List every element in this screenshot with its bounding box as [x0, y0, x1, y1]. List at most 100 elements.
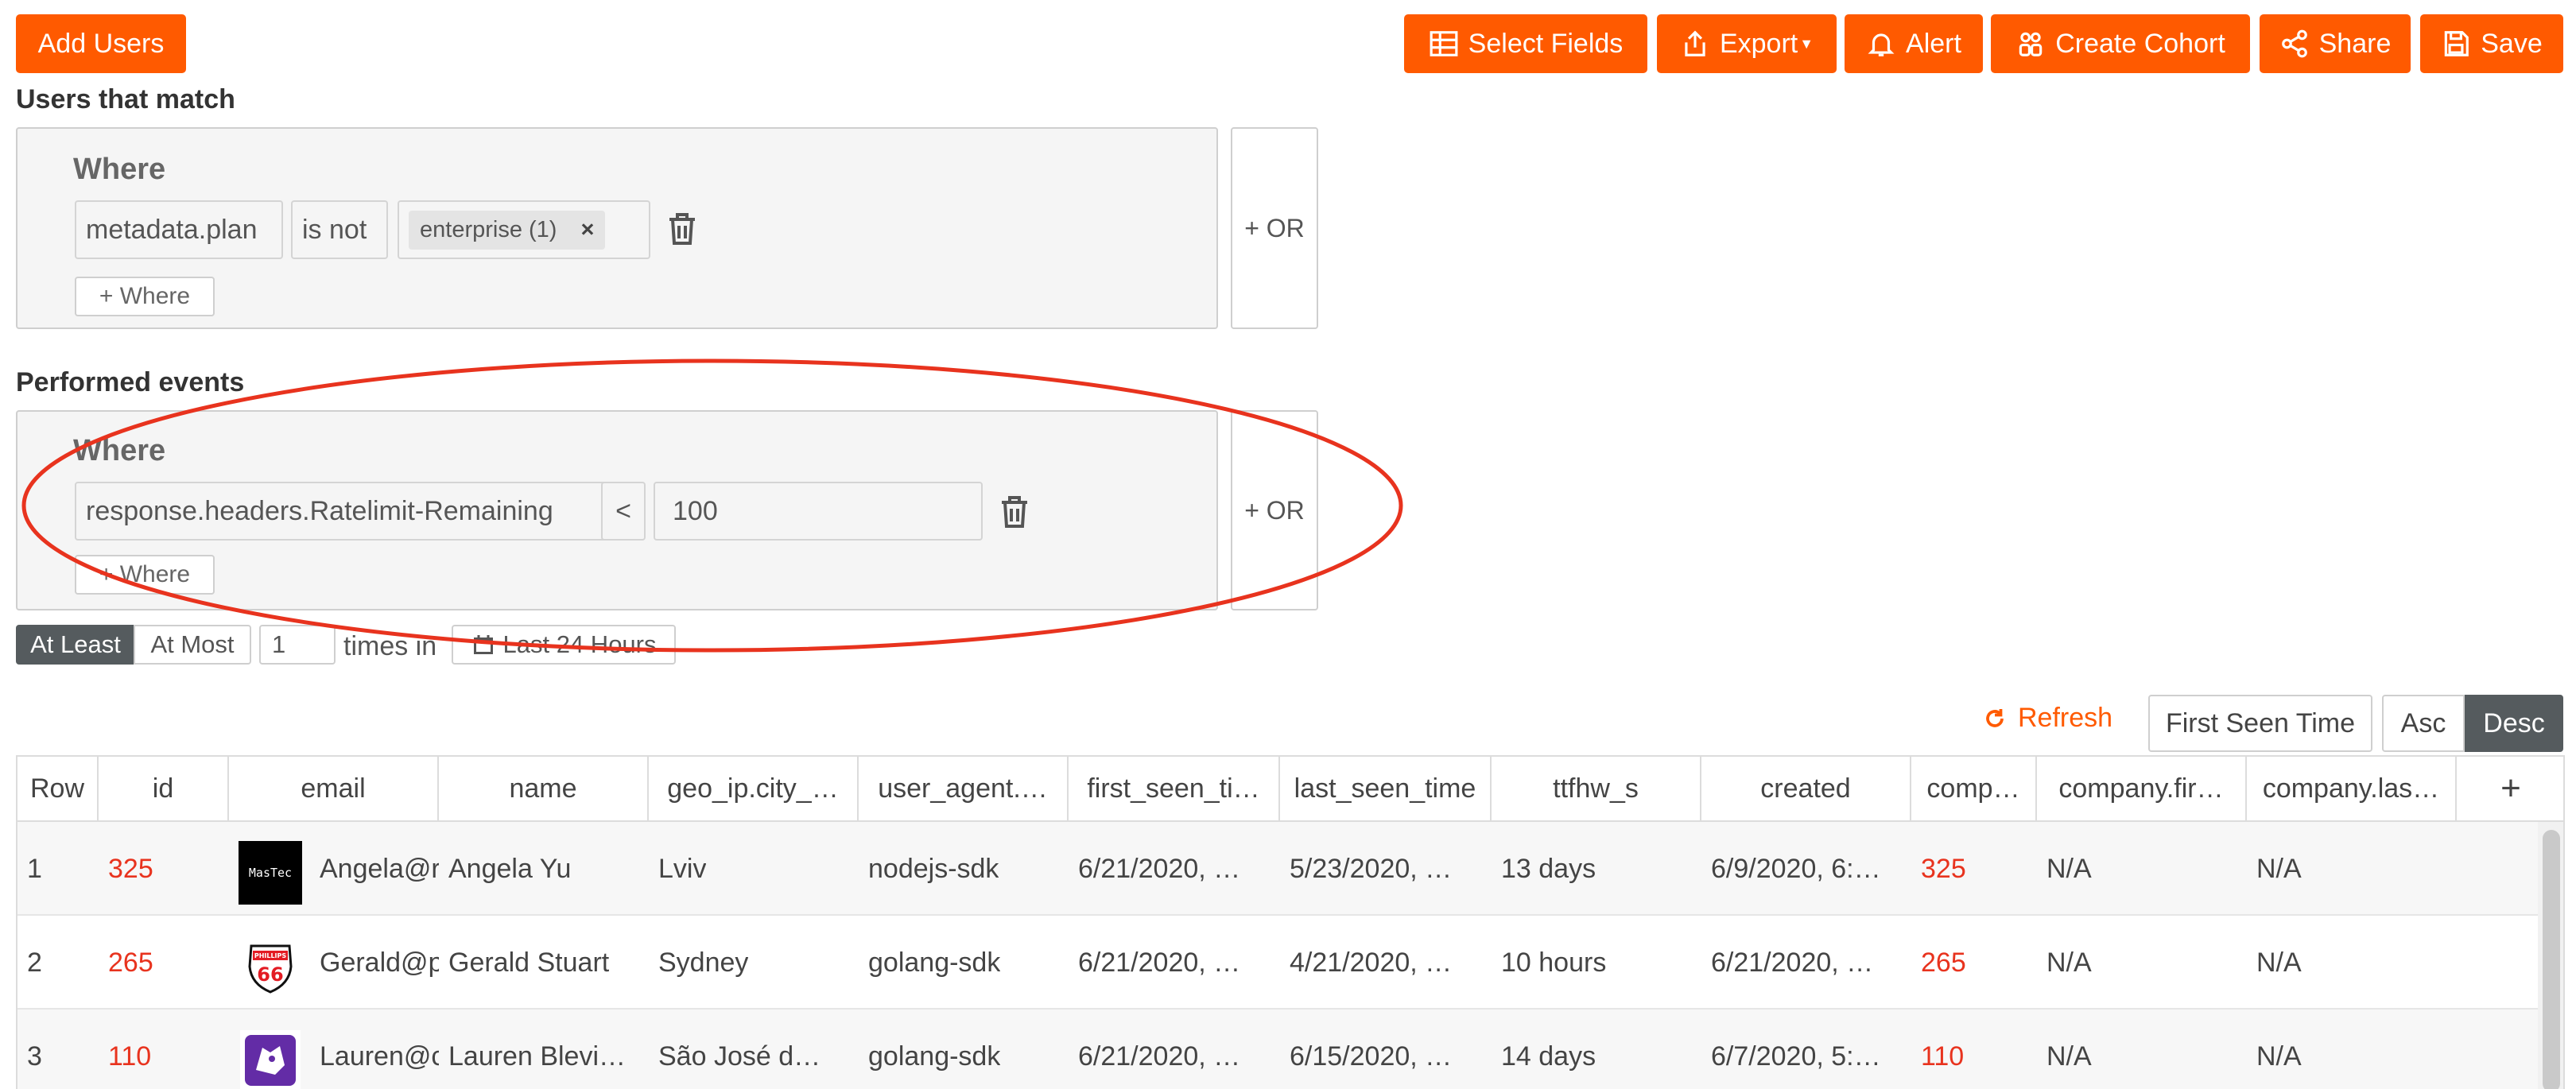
name-cell: Angela Yu [448, 853, 572, 884]
sort-asc-toggle[interactable]: Asc [2382, 695, 2465, 752]
ttfhw-cell: 10 hours [1501, 947, 1607, 978]
create-cohort-label: Create Cohort [2055, 28, 2225, 59]
column-header-email[interactable]: email [229, 757, 439, 820]
created-cell: 6/21/2020, … [1711, 947, 1874, 978]
company-logo: PHILLIPS 66 [248, 944, 293, 994]
add-or-button[interactable]: + OR [1231, 127, 1318, 329]
company-last-cell: N/A [2256, 947, 2302, 978]
refresh-icon [1986, 708, 2004, 727]
user-agent-cell: golang-sdk [868, 947, 1001, 978]
user-id-link[interactable]: 325 [99, 822, 153, 916]
company-last-cell: N/A [2256, 1041, 2302, 1072]
event-operator-select[interactable]: < [601, 482, 646, 541]
share-button[interactable]: Share [2260, 14, 2411, 73]
field-select[interactable]: metadata.plan [75, 200, 283, 259]
caret-down-icon: ▼ [1799, 35, 1814, 52]
company-first-cell: N/A [2046, 853, 2092, 884]
close-icon[interactable]: × [580, 217, 594, 243]
operator-select[interactable]: is not [291, 200, 388, 259]
column-header-user-agent[interactable]: user_agent.… [859, 757, 1069, 820]
select-fields-button[interactable]: Select Fields [1404, 14, 1647, 73]
company-link[interactable]: 110 [1911, 1010, 1964, 1089]
calendar-icon [473, 635, 493, 654]
table-header: Row id email name geo_ip.city_… user_age… [17, 757, 2563, 822]
column-header-id[interactable]: id [99, 757, 229, 820]
create-cohort-button[interactable]: Create Cohort [1991, 14, 2250, 73]
column-header-first-seen-time[interactable]: first_seen_ti… [1069, 757, 1280, 820]
event-value-input[interactable]: 100 [654, 482, 983, 541]
sort-asc-label: Asc [2400, 707, 2446, 738]
export-label: Export [1719, 28, 1798, 59]
trash-icon[interactable] [999, 494, 1030, 529]
time-range-picker[interactable]: Last 24 Hours [452, 625, 676, 665]
save-button[interactable]: Save [2420, 14, 2563, 73]
column-header-created[interactable]: created [1701, 757, 1911, 820]
where-label: Where [73, 153, 166, 186]
value-multiselect[interactable]: enterprise (1) × [398, 200, 650, 259]
row-number: 3 [27, 1041, 42, 1072]
created-cell: 6/7/2020, 5:… [1711, 1041, 1881, 1072]
add-column-button[interactable]: + [2457, 757, 2563, 820]
column-header-ttfhw-s[interactable]: ttfhw_s [1492, 757, 1701, 820]
trash-icon[interactable] [666, 211, 698, 246]
email-cell: Angela@r [320, 853, 439, 884]
users-match-filter-group: Where metadata.plan is not enterprise (1… [16, 127, 1218, 329]
company-first-cell: N/A [2046, 1041, 2092, 1072]
company-logo: MasTec [239, 841, 302, 905]
value-tag-label: enterprise (1) [420, 216, 557, 242]
event-field-select[interactable]: response.headers.Ratelimit-Remaining [75, 482, 609, 541]
table-row[interactable]: 2 265 PHILLIPS 66 Gerald@p Gerald Stuart… [17, 916, 2538, 1010]
save-label: Save [2481, 28, 2543, 59]
times-count-input[interactable]: 1 [259, 625, 336, 665]
at-most-toggle[interactable]: At Most [134, 625, 251, 665]
column-header-row[interactable]: Row [17, 757, 99, 820]
at-least-label: At Least [30, 630, 121, 658]
at-least-toggle[interactable]: At Least [16, 625, 135, 665]
user-id-link[interactable]: 110 [99, 1010, 151, 1089]
table-icon [1430, 31, 1458, 56]
table-row[interactable]: 3 110 Lauren@c Lauren Blevi… São José d…… [17, 1010, 2538, 1089]
column-header-company-last[interactable]: company.las… [2247, 757, 2457, 820]
company-link[interactable]: 265 [1911, 916, 1966, 1010]
performed-events-filter-group: Where response.headers.Ratelimit-Remaini… [16, 410, 1218, 610]
user-id-link[interactable]: 265 [99, 916, 153, 1010]
add-where-button[interactable]: + Where [75, 277, 215, 316]
sort-field-select[interactable]: First Seen Time [2148, 695, 2372, 752]
table-scrollbar[interactable] [2538, 822, 2563, 1089]
table-row[interactable]: 1 325 MasTec Angela@r Angela Yu Lviv nod… [17, 822, 2538, 916]
times-count-value: 1 [272, 630, 286, 658]
column-header-geo-ip-city[interactable]: geo_ip.city_… [649, 757, 859, 820]
column-header-last-seen-time[interactable]: last_seen_time [1280, 757, 1492, 820]
refresh-label: Refresh [2018, 703, 2113, 733]
add-where-button[interactable]: + Where [75, 555, 215, 595]
floppy-disk-icon [2445, 31, 2469, 56]
event-field-select-value: response.headers.Ratelimit-Remaining [86, 495, 553, 526]
column-header-name[interactable]: name [439, 757, 649, 820]
table-scrollbar-thumb[interactable] [2543, 830, 2560, 1089]
export-button[interactable]: Export ▼ [1657, 14, 1837, 73]
field-select-value: metadata.plan [86, 214, 258, 245]
add-users-button[interactable]: Add Users [16, 14, 186, 73]
ttfhw-cell: 13 days [1501, 853, 1596, 884]
first-seen-cell: 6/21/2020, … [1078, 947, 1241, 978]
first-seen-cell: 6/21/2020, … [1078, 853, 1241, 884]
sort-desc-toggle[interactable]: Desc [2465, 695, 2563, 752]
company-first-cell: N/A [2046, 947, 2092, 978]
refresh-button[interactable]: Refresh [1983, 703, 2112, 734]
add-or-button[interactable]: + OR [1231, 410, 1318, 610]
company-last-cell: N/A [2256, 853, 2302, 884]
city-cell: Lviv [658, 853, 707, 884]
users-table: Row id email name geo_ip.city_… user_age… [16, 755, 2565, 1089]
alert-button[interactable]: Alert [1845, 14, 1983, 73]
company-link[interactable]: 325 [1911, 822, 1966, 916]
value-tag: enterprise (1) × [409, 210, 606, 250]
last-seen-cell: 6/15/2020, … [1290, 1041, 1453, 1072]
row-number: 2 [27, 947, 42, 978]
time-range-label: Last 24 Hours [502, 630, 657, 658]
event-value-text: 100 [673, 495, 718, 526]
name-cell: Gerald Stuart [448, 947, 610, 978]
column-header-company[interactable]: comp… [1911, 757, 2037, 820]
add-where-label: + Where [99, 561, 191, 587]
name-cell: Lauren Blevi… [448, 1041, 627, 1072]
column-header-company-first[interactable]: company.fir… [2037, 757, 2247, 820]
